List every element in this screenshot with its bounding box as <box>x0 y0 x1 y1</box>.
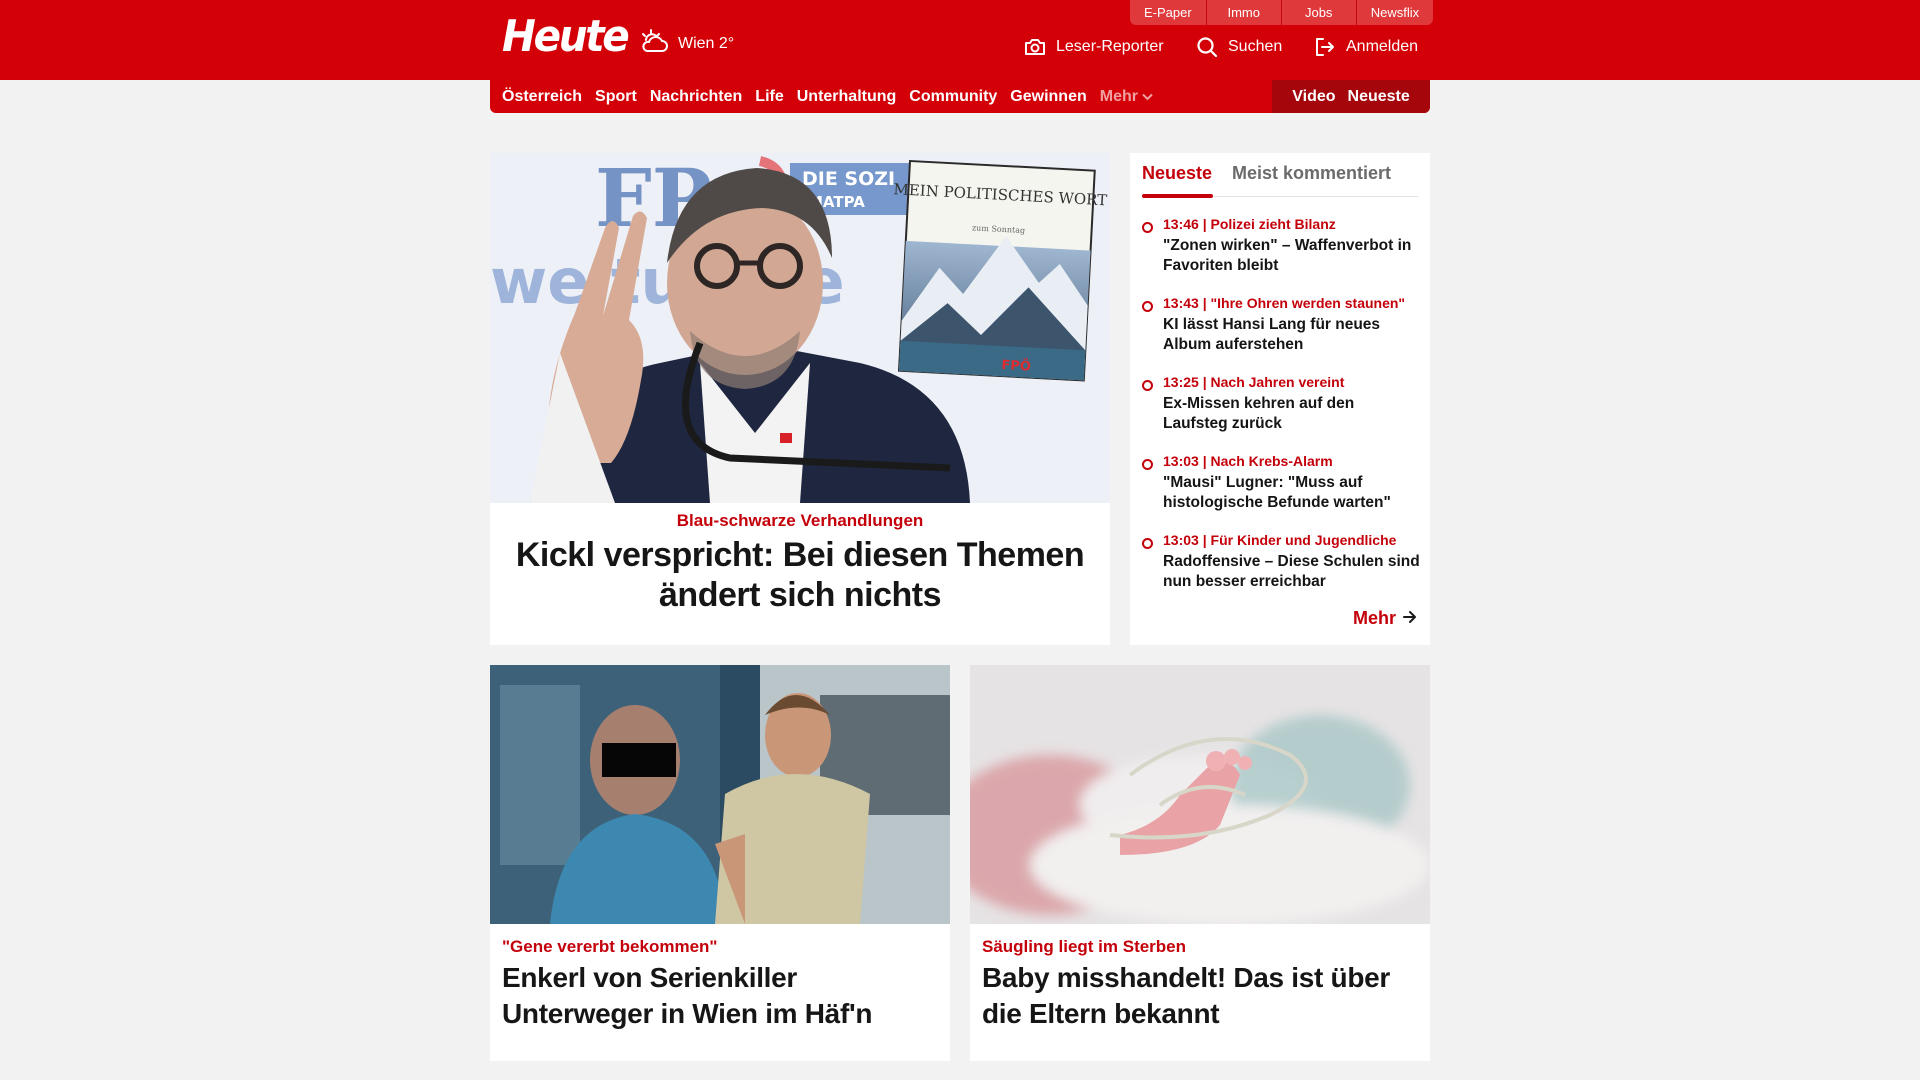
bullet-dot-icon <box>1142 538 1153 549</box>
bullet-dot-icon <box>1142 380 1153 391</box>
news-time: 13:46 <box>1163 216 1199 232</box>
nav-item-life[interactable]: Life <box>755 88 783 106</box>
news-meta: 13:43 | "Ihre Ohren werden staunen" <box>1163 295 1406 311</box>
news-headline[interactable]: "Zonen wirken" – Waffenverbot in Favorit… <box>1163 236 1421 276</box>
card-kicker: Säugling liegt im Sterben <box>982 937 1187 956</box>
bullet-dot-icon <box>1142 222 1153 233</box>
backdrop-line1: DIE SOZI <box>802 168 895 190</box>
active-tab-indicator <box>1142 194 1213 198</box>
sidebar-more-label: Mehr <box>1352 608 1396 628</box>
nav-item-sport[interactable]: Sport <box>595 88 637 106</box>
login-button[interactable]: Anmelden <box>1314 34 1418 60</box>
search-label: Suchen <box>1228 38 1283 55</box>
news-meta: 13:03 | Für Kinder und Jugendliche <box>1163 532 1397 548</box>
bullet-dot-icon <box>1142 301 1153 312</box>
hero-title[interactable]: Kickl verspricht: Bei diesen Themen ände… <box>510 535 1090 615</box>
nav-more-label: Mehr <box>1099 87 1138 105</box>
heute-logo[interactable]: Heute <box>502 13 630 61</box>
news-time: 13:43 <box>1163 295 1199 311</box>
service-tab-jobs[interactable]: Jobs <box>1280 0 1356 25</box>
cloud-sun-icon <box>638 27 670 60</box>
main-navigation: Österreich Sport Nachrichten Life Unterh… <box>490 80 1430 113</box>
card-title[interactable]: Enkerl von Serienkiller Unterweger in Wi… <box>502 960 932 1032</box>
leser-reporter-button[interactable]: Leser-Reporter <box>1024 34 1164 60</box>
service-tabs: E-Paper Immo Jobs Newsflix <box>1130 0 1434 25</box>
news-kicker: Polizei zieht Bilanz <box>1210 216 1336 232</box>
article-image <box>490 665 950 924</box>
news-headline[interactable]: KI lässt Hansi Lang für neues Album aufe… <box>1163 315 1421 355</box>
arrow-right-icon <box>1402 608 1418 629</box>
news-time: 13:03 <box>1163 532 1199 548</box>
news-kicker: Für Kinder und Jugendliche <box>1210 532 1397 548</box>
article-card[interactable]: "Gene vererbt bekommen" Enkerl von Serie… <box>490 665 950 1061</box>
tab-meist-kommentiert[interactable]: Meist kommentiert <box>1232 163 1391 184</box>
bullet-dot-icon <box>1142 459 1153 470</box>
news-time: 13:03 <box>1163 453 1199 469</box>
search-button[interactable]: Suchen <box>1196 34 1282 60</box>
hero-article[interactable]: FP DIE SOZI MATPA we tu ür e <box>490 153 1110 645</box>
nav-item-gewinnen[interactable]: Gewinnen <box>1010 88 1086 106</box>
leser-reporter-label: Leser-Reporter <box>1056 38 1164 55</box>
nav-item-nachrichten[interactable]: Nachrichten <box>650 88 742 106</box>
news-headline[interactable]: "Mausi" Lugner: "Muss auf histologische … <box>1163 473 1421 513</box>
news-time: 13:25 <box>1163 374 1199 390</box>
hero-kicker: Blau-schwarze Verhandlungen <box>676 511 924 530</box>
chevron-down-icon <box>1142 88 1153 106</box>
nav-more-dropdown[interactable]: Mehr <box>1100 88 1153 106</box>
tab-neueste[interactable]: Neueste <box>1142 163 1212 184</box>
service-tab-immo[interactable]: Immo <box>1205 0 1281 25</box>
top-header <box>0 0 1920 80</box>
weather-text: Wien 2° <box>678 34 735 52</box>
login-icon <box>1314 36 1336 58</box>
card-title[interactable]: Baby misshandelt! Das ist über die Elter… <box>982 960 1412 1032</box>
news-kicker: Nach Krebs-Alarm <box>1210 453 1333 469</box>
service-tab-epaper[interactable]: E-Paper <box>1130 0 1206 25</box>
hero-image: FP DIE SOZI MATPA we tu ür e <box>490 153 1110 503</box>
news-meta: 13:25 | Nach Jahren vereint <box>1163 374 1345 390</box>
nav-item-video[interactable]: Video <box>1292 88 1335 106</box>
nav-item-oesterreich[interactable]: Österreich <box>502 88 582 106</box>
login-label: Anmelden <box>1346 38 1419 55</box>
news-kicker: Nach Jahren vereint <box>1210 374 1345 390</box>
sidebar-tabs: Neueste Meist kommentiert <box>1142 163 1418 198</box>
nav-item-unterhaltung[interactable]: Unterhaltung <box>797 88 897 106</box>
news-headline[interactable]: Ex-Missen kehren auf den Laufsteg zurück <box>1163 394 1421 434</box>
article-card[interactable]: Säugling liegt im Sterben Baby misshande… <box>970 665 1430 1061</box>
search-icon <box>1196 36 1218 58</box>
article-image <box>970 665 1430 924</box>
service-tab-newsflix[interactable]: Newsflix <box>1355 0 1434 25</box>
camera-icon <box>1024 37 1046 57</box>
nav-right-group: Video Neueste <box>1272 80 1430 113</box>
nav-item-neueste[interactable]: Neueste <box>1348 88 1410 106</box>
news-meta: 13:03 | Nach Krebs-Alarm <box>1163 453 1333 469</box>
news-headline[interactable]: Radoffensive – Diese Schulen sind nun be… <box>1163 552 1421 592</box>
weather-widget[interactable]: Wien 2° <box>638 27 734 60</box>
news-meta: 13:46 | Polizei zieht Bilanz <box>1163 216 1336 232</box>
sidebar-more-link[interactable]: Mehr <box>1353 608 1418 629</box>
book-logo: FPÖ <box>1001 357 1031 375</box>
latest-news-sidebar: Neueste Meist kommentiert 13:46 | Polize… <box>1130 153 1430 645</box>
nav-item-community[interactable]: Community <box>909 88 997 106</box>
card-kicker: "Gene vererbt bekommen" <box>502 937 718 956</box>
news-kicker: "Ihre Ohren werden staunen" <box>1210 295 1406 311</box>
